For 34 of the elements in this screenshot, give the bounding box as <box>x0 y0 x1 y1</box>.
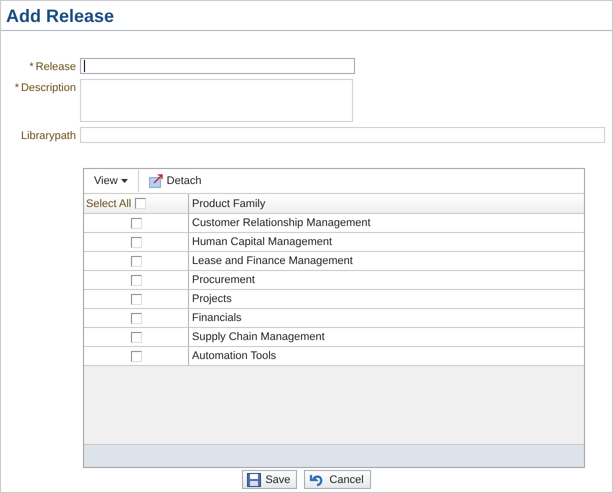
detach-icon <box>148 174 164 188</box>
checkbox[interactable] <box>130 256 142 266</box>
text-field[interactable] <box>80 127 605 143</box>
required-marker: * <box>14 82 19 94</box>
field-label: Release <box>36 61 76 73</box>
table-cell-text: Financials <box>191 311 243 326</box>
checkbox[interactable] <box>130 332 142 342</box>
checkbox[interactable] <box>130 218 142 228</box>
field-label: Description <box>20 82 76 94</box>
table-cell-text: Projects <box>191 292 233 307</box>
description-field[interactable] <box>80 79 353 122</box>
view-menu-button[interactable]: View <box>84 170 138 192</box>
text-field[interactable] <box>80 58 355 74</box>
checkbox[interactable] <box>130 294 142 304</box>
detach-button[interactable]: Detach <box>138 170 212 192</box>
caret-icon <box>120 179 128 183</box>
required-marker: * <box>29 61 34 73</box>
checkbox[interactable] <box>130 274 142 286</box>
checkbox[interactable] <box>130 350 142 362</box>
column-header: Product Family <box>191 196 266 212</box>
table-cell-text: Automation Tools <box>191 349 278 364</box>
save-button[interactable]: Save <box>242 470 298 489</box>
checkbox[interactable] <box>135 198 146 209</box>
checkbox[interactable] <box>130 236 142 248</box>
table-cell-text: Lease and Finance Management <box>191 254 354 269</box>
page-title: Add Release <box>1 1 612 31</box>
cancel-button[interactable]: Cancel <box>304 470 371 489</box>
table-cell-text: Human Capital Management <box>191 235 334 250</box>
table-cell-text: Customer Relationship Management <box>191 216 372 231</box>
table-cell-text: Procurement <box>191 273 256 288</box>
checkbox[interactable] <box>130 312 142 324</box>
field-label: Librarypath <box>20 130 76 142</box>
table-cell-text: Supply Chain Management <box>191 330 326 345</box>
select-all-label: Select All <box>86 198 132 210</box>
